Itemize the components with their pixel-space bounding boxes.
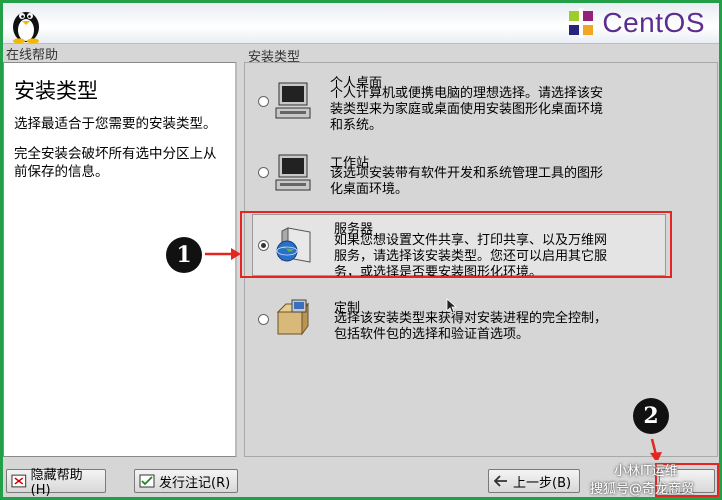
option-description: 选择该安装类型来获得对安装进程的完全控制， 包括软件包的选择和验证首选项。 bbox=[334, 311, 608, 342]
annotation-arrow-right-icon bbox=[205, 248, 241, 260]
back-button[interactable]: 上一步(B) bbox=[488, 469, 580, 493]
annotation-badge-1: 1 bbox=[166, 237, 202, 273]
help-title: 安装类型 bbox=[14, 79, 98, 103]
workstation-computer-icon bbox=[275, 154, 311, 191]
custom-package-icon bbox=[276, 299, 309, 336]
help-paragraph-1: 选择最适合于您需要的安装类型。 bbox=[14, 116, 217, 132]
option-description: 该选项安装带有软件开发和系统管理工具的图形 化桌面环境。 bbox=[330, 166, 604, 197]
radio-personal-desktop[interactable] bbox=[258, 96, 269, 107]
radio-custom[interactable] bbox=[258, 314, 269, 325]
help-section-label: 在线帮助 bbox=[6, 48, 59, 63]
centos-logo-text: CentOS bbox=[602, 7, 705, 38]
release-notes-label: 发行注记(R) bbox=[159, 475, 231, 491]
centos-logo: CentOS bbox=[566, 7, 705, 39]
release-notes-icon bbox=[139, 474, 155, 488]
release-notes-button[interactable]: 发行注记(R) bbox=[134, 469, 238, 493]
back-label: 上一步(B) bbox=[513, 475, 572, 491]
hide-help-label: 隐藏帮助(H) bbox=[30, 468, 83, 498]
help-panel: 安装类型 选择最适合于您需要的安装类型。 完全安装会破坏所有选中分区上从前保存的… bbox=[3, 62, 237, 457]
tux-penguin-icon bbox=[13, 12, 39, 43]
option-description: 个人计算机或便携电脑的理想选择。请选择该安 装类型来为家庭或桌面使用安装图形化桌… bbox=[330, 86, 604, 133]
annotation-highlight-server bbox=[240, 211, 672, 278]
help-paragraph-2: 完全安装会破坏所有选中分区上从前保存的信息。 bbox=[14, 146, 217, 180]
annotation-badge-2: 2 bbox=[633, 398, 669, 434]
desktop-computer-icon bbox=[275, 82, 311, 119]
hide-help-button[interactable]: 隐藏帮助(H) bbox=[6, 468, 106, 498]
watermark-line-1: 小林IT运维 bbox=[614, 464, 678, 479]
top-banner: CentOS bbox=[3, 3, 719, 44]
centos-emblem-icon bbox=[566, 8, 597, 38]
back-arrow-icon bbox=[493, 475, 507, 487]
hide-help-icon bbox=[11, 474, 27, 488]
radio-workstation[interactable] bbox=[258, 167, 269, 178]
watermark-line-2: 搜狐号@奇龙商贸 bbox=[590, 482, 695, 497]
mouse-pointer-icon bbox=[446, 298, 458, 314]
